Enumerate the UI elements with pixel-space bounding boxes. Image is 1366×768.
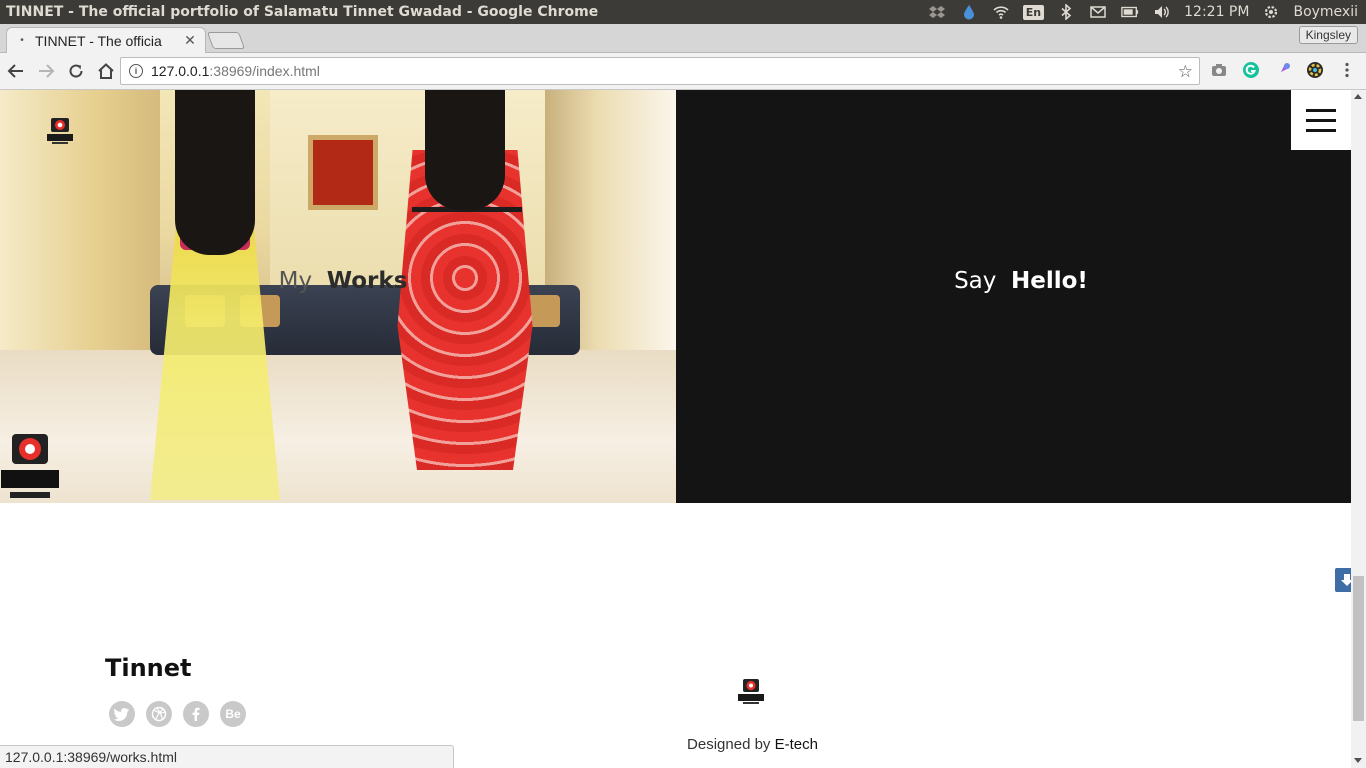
dribbble-icon[interactable] (146, 701, 172, 727)
keyboard-language-indicator[interactable]: En (1022, 4, 1045, 20)
color-wheel-icon[interactable] (1304, 59, 1326, 81)
tinnet-footer-logo-icon (738, 679, 764, 704)
color-picker-icon[interactable] (1272, 59, 1294, 81)
hello-heading[interactable]: Say Hello! (676, 268, 1351, 294)
clock[interactable]: 12:21 PM (1184, 4, 1249, 20)
bluetooth-icon[interactable] (1056, 3, 1076, 21)
photo-person-yellow-dress (150, 90, 280, 503)
works-panel-link[interactable]: My Works (0, 90, 676, 503)
footer-credit: Designed by E-tech (620, 736, 885, 753)
hello-heading-emphasis: Hello! (1011, 268, 1088, 294)
volume-icon[interactable] (1152, 3, 1172, 21)
hamburger-menu-button[interactable] (1291, 90, 1351, 150)
facebook-icon[interactable] (183, 701, 209, 727)
works-heading-prefix: My (278, 268, 313, 294)
address-bar[interactable]: i 127.0.0.1 :38969/index.html ☆ (120, 57, 1200, 85)
browser-toolbar: i 127.0.0.1 :38969/index.html ☆ (0, 53, 1366, 90)
battery-icon[interactable] (1120, 3, 1140, 21)
behance-icon[interactable]: Be (220, 701, 246, 727)
dropbox-icon[interactable] (927, 3, 947, 21)
loading-favicon-icon: • (20, 35, 24, 46)
page-viewport: My Works Say Hello! Tinnet Be Designed b… (0, 90, 1351, 768)
photo-floor (0, 350, 676, 503)
hamburger-line (1306, 128, 1336, 132)
photo-person-red-dress (380, 90, 550, 503)
tab-close-icon[interactable]: ✕ (183, 32, 197, 48)
wifi-icon[interactable] (991, 3, 1011, 21)
credit-link[interactable]: E-tech (775, 736, 818, 753)
drop-icon[interactable] (959, 3, 979, 21)
tab-active[interactable]: • TINNET - The officia ✕ (6, 27, 206, 53)
social-links: Be (109, 701, 246, 727)
window-title: TINNET - The official portfolio of Salam… (6, 4, 599, 20)
forward-icon[interactable] (32, 57, 60, 85)
hello-panel-link[interactable]: Say Hello! (676, 90, 1351, 503)
tinnet-logo-small-icon (47, 118, 73, 144)
tab-strip: • TINNET - The officia ✕ Kingsley (0, 24, 1366, 53)
chrome-menu-icon[interactable] (1336, 59, 1358, 81)
url-host: 127.0.0.1 (151, 63, 210, 79)
tab-title: TINNET - The officia (35, 32, 162, 49)
user-name[interactable]: Boymexii (1293, 4, 1358, 20)
works-heading-emphasis: Works (326, 268, 408, 294)
site-info-icon[interactable]: i (129, 64, 143, 78)
photo-painting (308, 135, 378, 210)
link-status-bubble: 127.0.0.1:38969/works.html (0, 745, 454, 768)
bookmark-star-icon[interactable]: ☆ (1178, 62, 1193, 82)
back-icon[interactable] (2, 57, 30, 85)
tinnet-photography-logo-icon (1, 434, 59, 498)
hamburger-line (1306, 108, 1336, 112)
footer-brand: Tinnet (105, 654, 192, 682)
mail-icon[interactable] (1088, 3, 1108, 21)
new-tab-button[interactable] (206, 32, 246, 49)
reload-icon[interactable] (62, 57, 90, 85)
settings-gear-icon[interactable] (1261, 3, 1281, 21)
system-tray: En 12:21 PM Boymexii (927, 3, 1366, 21)
scroll-up-icon[interactable] (1354, 94, 1362, 99)
twitter-icon[interactable] (109, 701, 135, 727)
system-top-bar: TINNET - The official portfolio of Salam… (0, 0, 1366, 24)
works-heading[interactable]: My Works (0, 268, 676, 294)
profile-button[interactable]: Kingsley (1298, 26, 1358, 44)
scroll-down-icon[interactable] (1354, 758, 1362, 763)
scrollbar-thumb[interactable] (1353, 576, 1364, 721)
grammarly-icon[interactable] (1240, 59, 1262, 81)
url-path: :38969/index.html (209, 63, 320, 79)
screenshot-camera-icon[interactable] (1208, 59, 1230, 81)
extensions-area (1208, 59, 1358, 81)
page-scrollbar[interactable] (1351, 90, 1366, 768)
home-icon[interactable] (92, 57, 120, 85)
hello-heading-prefix: Say (954, 268, 997, 294)
hamburger-line (1306, 118, 1336, 122)
credit-prefix: Designed by (687, 736, 771, 753)
